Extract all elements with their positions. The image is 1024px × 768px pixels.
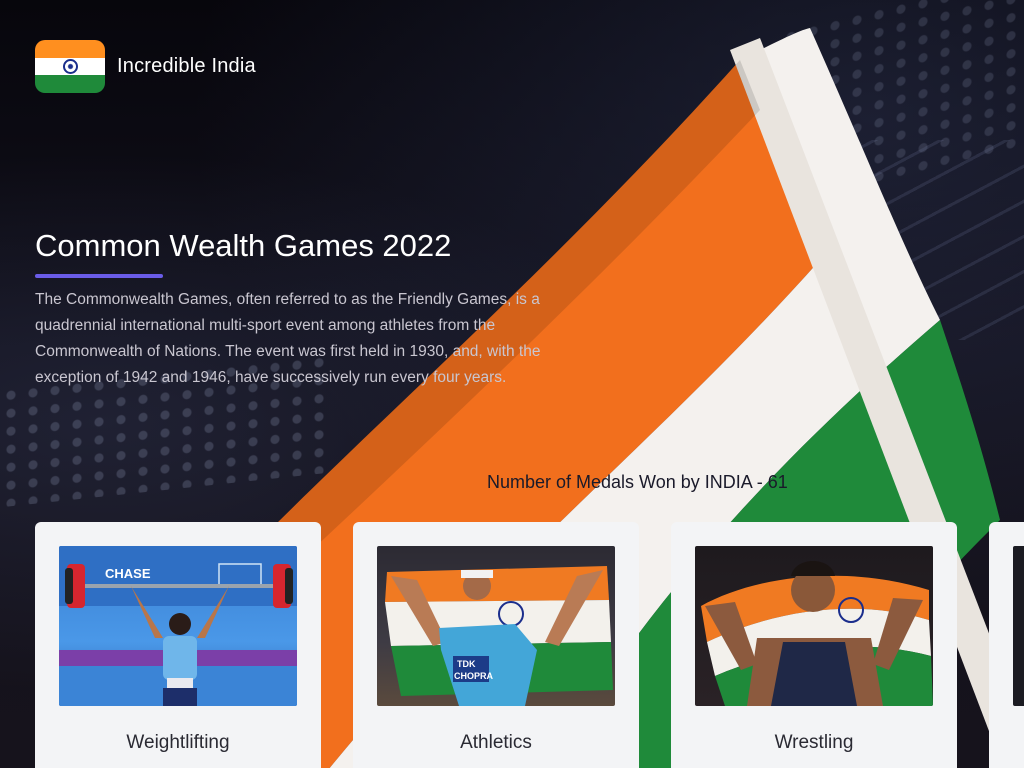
- bib-brand-text: TDK: [457, 659, 476, 669]
- athletics-photo: TDK CHOPRA: [377, 546, 615, 706]
- card-title-weightlifting: Weightlifting: [126, 732, 230, 753]
- card-athletics[interactable]: TDK CHOPRA Athletics: [353, 522, 639, 768]
- card-title-wrestling: Wrestling: [774, 732, 854, 753]
- hero-description: The Commonwealth Games, often referred t…: [35, 291, 541, 386]
- card-partial[interactable]: [989, 522, 1024, 768]
- wrestling-photo: [695, 546, 933, 706]
- sponsor-banner-text: CHASE: [105, 566, 151, 581]
- medal-count: Number of Medals Won by INDIA - 61: [487, 472, 788, 492]
- brand-name: Incredible India: [117, 55, 256, 77]
- partial-card-photo: [1013, 546, 1024, 706]
- sport-cards: CHASE Weightlifting TDK CHOPRA Athletics…: [35, 522, 1024, 768]
- ashoka-chakra-icon: [62, 59, 78, 74]
- title-underline: [35, 274, 163, 278]
- brand[interactable]: Incredible India: [35, 40, 256, 93]
- bib-name-text: CHOPRA: [454, 671, 494, 681]
- card-title-athletics: Athletics: [460, 732, 532, 753]
- weightlifting-photo: CHASE: [59, 546, 297, 706]
- card-wrestling[interactable]: Wrestling: [671, 522, 957, 768]
- hero-section: Common Wealth Games 2022 The Commonwealt…: [35, 228, 595, 391]
- page-title: Common Wealth Games 2022: [35, 228, 452, 263]
- india-flag-icon: [35, 40, 105, 93]
- card-weightlifting[interactable]: CHASE Weightlifting: [35, 522, 321, 768]
